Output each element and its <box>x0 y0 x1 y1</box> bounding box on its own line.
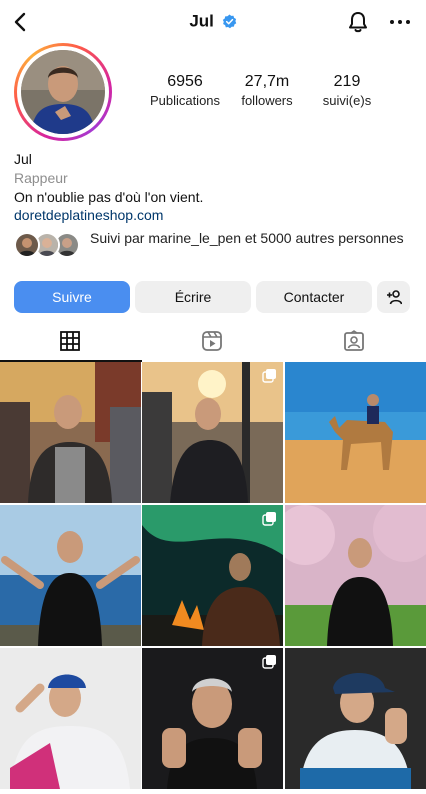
profile-username: Jul <box>189 11 214 31</box>
stat-followers-count: 27,7m <box>244 73 290 90</box>
tab-tagged[interactable] <box>284 322 426 362</box>
stat-posts-count: 6956 <box>167 73 203 90</box>
story-ring[interactable] <box>14 43 112 141</box>
bio-link[interactable]: doretdeplatineshop.com <box>14 206 414 224</box>
post-thumbnail[interactable] <box>0 505 141 646</box>
multi-post-icon <box>262 512 276 526</box>
multi-post-icon <box>262 369 276 383</box>
post-thumbnail[interactable] <box>142 362 283 503</box>
stat-followers-label: followers <box>241 93 293 108</box>
post-thumbnail[interactable] <box>142 505 283 646</box>
followed-by[interactable]: Suivi par marine_le_pen et 5000 autres p… <box>14 230 414 266</box>
top-bar: Jul <box>0 0 426 44</box>
display-name: Jul <box>14 151 32 167</box>
content-tabs <box>0 322 426 362</box>
stat-following[interactable]: 219 suivi(e)s <box>302 72 392 110</box>
suggested-users-button[interactable] <box>377 281 410 313</box>
stat-posts[interactable]: 6956 Publications <box>140 72 230 110</box>
profile-actions: Suivre Écrire Contacter <box>14 281 412 313</box>
stat-following-count: 219 <box>333 73 361 90</box>
post-thumbnail[interactable] <box>0 362 141 503</box>
verified-icon <box>222 14 236 29</box>
bell-icon[interactable] <box>346 10 370 34</box>
followed-by-text: Suivi par marine_le_pen et 5000 autres p… <box>90 230 404 246</box>
avatar[interactable] <box>21 50 105 134</box>
post-thumbnail[interactable] <box>0 648 141 789</box>
post-thumbnail[interactable] <box>285 505 426 646</box>
tagged-icon <box>344 330 364 351</box>
stat-posts-label: Publications <box>149 93 221 108</box>
post-thumbnail[interactable] <box>285 362 426 503</box>
post-thumbnail[interactable] <box>142 648 283 789</box>
tab-posts[interactable] <box>0 322 142 362</box>
contact-button[interactable]: Contacter <box>256 281 372 313</box>
bio-section: Jul Rappeur On n'oublie pas d'où l'on vi… <box>14 150 414 224</box>
post-thumbnail[interactable] <box>285 648 426 789</box>
stat-following-label: suivi(e)s <box>322 93 372 108</box>
multi-post-icon <box>262 655 276 669</box>
reels-icon <box>202 331 222 351</box>
grid-icon <box>60 331 80 351</box>
bio-text: On n'oublie pas d'où l'on vient. <box>14 189 204 205</box>
profile-category: Rappeur <box>14 170 68 186</box>
more-icon[interactable] <box>388 10 412 34</box>
profile-stats: 6956 Publications 27,7m followers 219 su… <box>140 72 410 112</box>
stat-followers[interactable]: 27,7m followers <box>222 72 312 110</box>
message-button[interactable]: Écrire <box>135 281 251 313</box>
follow-button[interactable]: Suivre <box>14 281 130 313</box>
tab-reels[interactable] <box>142 322 284 362</box>
follower-avatar <box>14 232 40 258</box>
add-user-icon <box>386 290 402 305</box>
